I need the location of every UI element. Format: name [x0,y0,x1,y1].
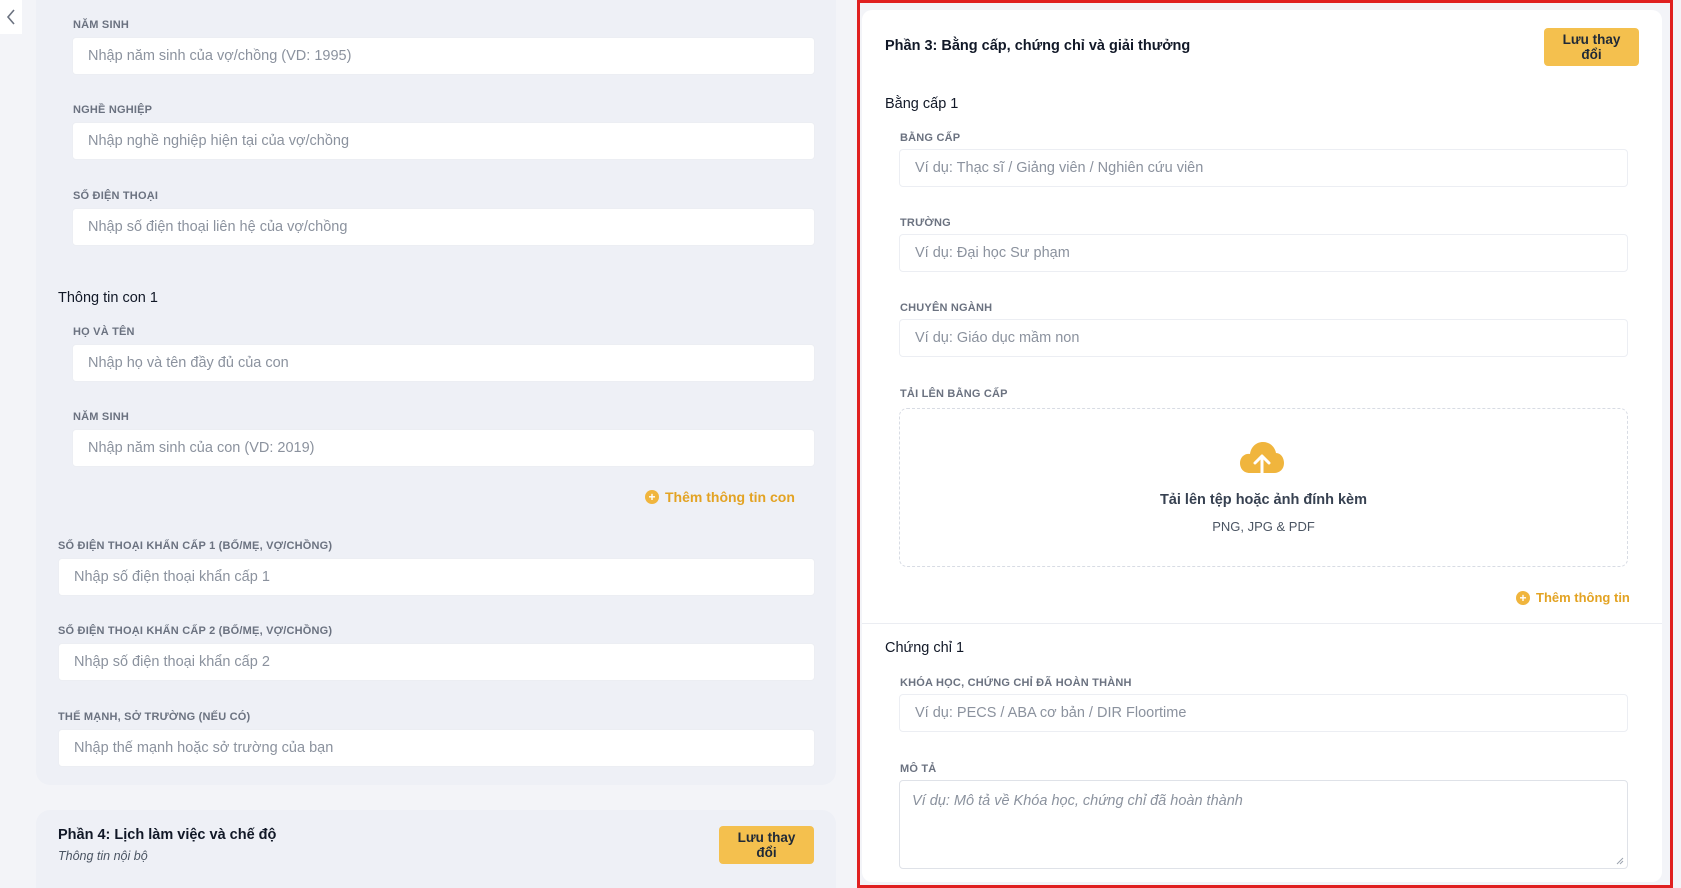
add-child-button[interactable]: + Thêm thông tin con [645,489,795,505]
upload-title: Tải lên tệp hoặc ảnh đính kèm [1159,492,1368,508]
strengths-input[interactable]: Nhập thế mạnh hoặc sở trường của bạn [58,729,815,767]
spouse-birth-year-input[interactable]: Nhập năm sinh của vợ/chồng (VD: 1995) [72,37,815,75]
description-placeholder: Ví dụ: Mô tả về Khóa học, chứng chỉ đã h… [912,793,1243,809]
emergency-phone-1-label: SỐ ĐIỆN THOẠI KHẨN CẤP 1 (BỐ/MẸ, VỢ/CHỒN… [58,540,333,552]
cert-group-title: Chứng chỉ 1 [885,640,965,656]
child-birth-year-label: NĂM SINH [73,411,129,423]
plus-circle-icon: + [1516,590,1530,605]
chevron-left-icon [6,9,15,25]
school-input[interactable]: Ví dụ: Đại học Sư phạm [899,234,1628,272]
school-label: TRƯỜNG [900,217,951,229]
spouse-phone-label: SỐ ĐIỆN THOẠI [73,190,159,202]
child-group-title: Thông tin con 1 [58,290,158,306]
add-child-label: Thêm thông tin con [665,489,795,505]
major-label: CHUYÊN NGÀNH [900,302,993,314]
description-textarea[interactable]: Ví dụ: Mô tả về Khóa học, chứng chỉ đã h… [899,780,1628,869]
child-name-input[interactable]: Nhập họ và tên đầy đủ của con [72,344,815,382]
section3-title: Phần 3: Bằng cấp, chứng chỉ và giải thưở… [885,38,1191,54]
section-divider [862,623,1662,624]
section4-subtitle: Thông tin nội bộ [58,849,148,863]
upload-formats: PNG, JPG & PDF [1212,519,1315,534]
spouse-phone-input[interactable]: Nhập số điện thoại liên hệ của vợ/chồng [72,208,815,246]
spouse-job-label: NGHỀ NGHIỆP [73,104,153,116]
upload-label: TẢI LÊN BẰNG CẤP [900,388,1008,400]
emergency-phone-1-input[interactable]: Nhập số điện thoại khẩn cấp 1 [58,558,815,596]
course-input[interactable]: Ví dụ: PECS / ABA cơ bản / DIR Floortime [899,694,1628,732]
spouse-job-input[interactable]: Nhập nghề nghiệp hiện tại của vợ/chồng [72,122,815,160]
section3-save-button[interactable]: Lưu thay đổi [1544,28,1639,66]
child-name-label: HỌ VÀ TÊN [73,326,135,338]
upload-dropzone[interactable]: Tải lên tệp hoặc ảnh đính kèm PNG, JPG &… [899,408,1628,567]
degree-input[interactable]: Ví dụ: Thạc sĩ / Giảng viên / Nghiên cứu… [899,149,1628,187]
section4-save-button[interactable]: Lưu thay đổi [719,826,814,864]
emergency-phone-2-input[interactable]: Nhập số điện thoại khẩn cấp 2 [58,643,815,681]
section4-title: Phần 4: Lịch làm việc và chế độ [58,827,277,843]
resize-grip-icon[interactable] [1616,857,1624,865]
plus-circle-icon: + [645,490,659,504]
degree-group-title: Bằng cấp 1 [885,96,959,112]
strengths-label: THẾ MẠNH, SỞ TRƯỜNG (NẾU CÓ) [58,711,251,723]
add-info-button[interactable]: + Thêm thông tin [1516,590,1630,605]
course-label: KHÓA HỌC, CHỨNG CHỈ ĐÃ HOÀN THÀNH [900,677,1132,689]
major-input[interactable]: Ví dụ: Giáo dục mầm non [899,319,1628,357]
add-info-label: Thêm thông tin [1536,590,1630,605]
description-label: MÔ TẢ [900,763,937,775]
spouse-birth-year-label: NĂM SINH [73,19,129,31]
degree-label: BẰNG CẤP [900,132,961,144]
emergency-phone-2-label: SỐ ĐIỆN THOẠI KHẨN CẤP 2 (BỐ/MẸ, VỢ/CHỒN… [58,625,333,637]
back-button[interactable] [0,0,22,34]
section4-card [36,810,836,888]
cloud-upload-icon [1240,442,1284,477]
child-birth-year-input[interactable]: Nhập năm sinh của con (VD: 2019) [72,429,815,467]
